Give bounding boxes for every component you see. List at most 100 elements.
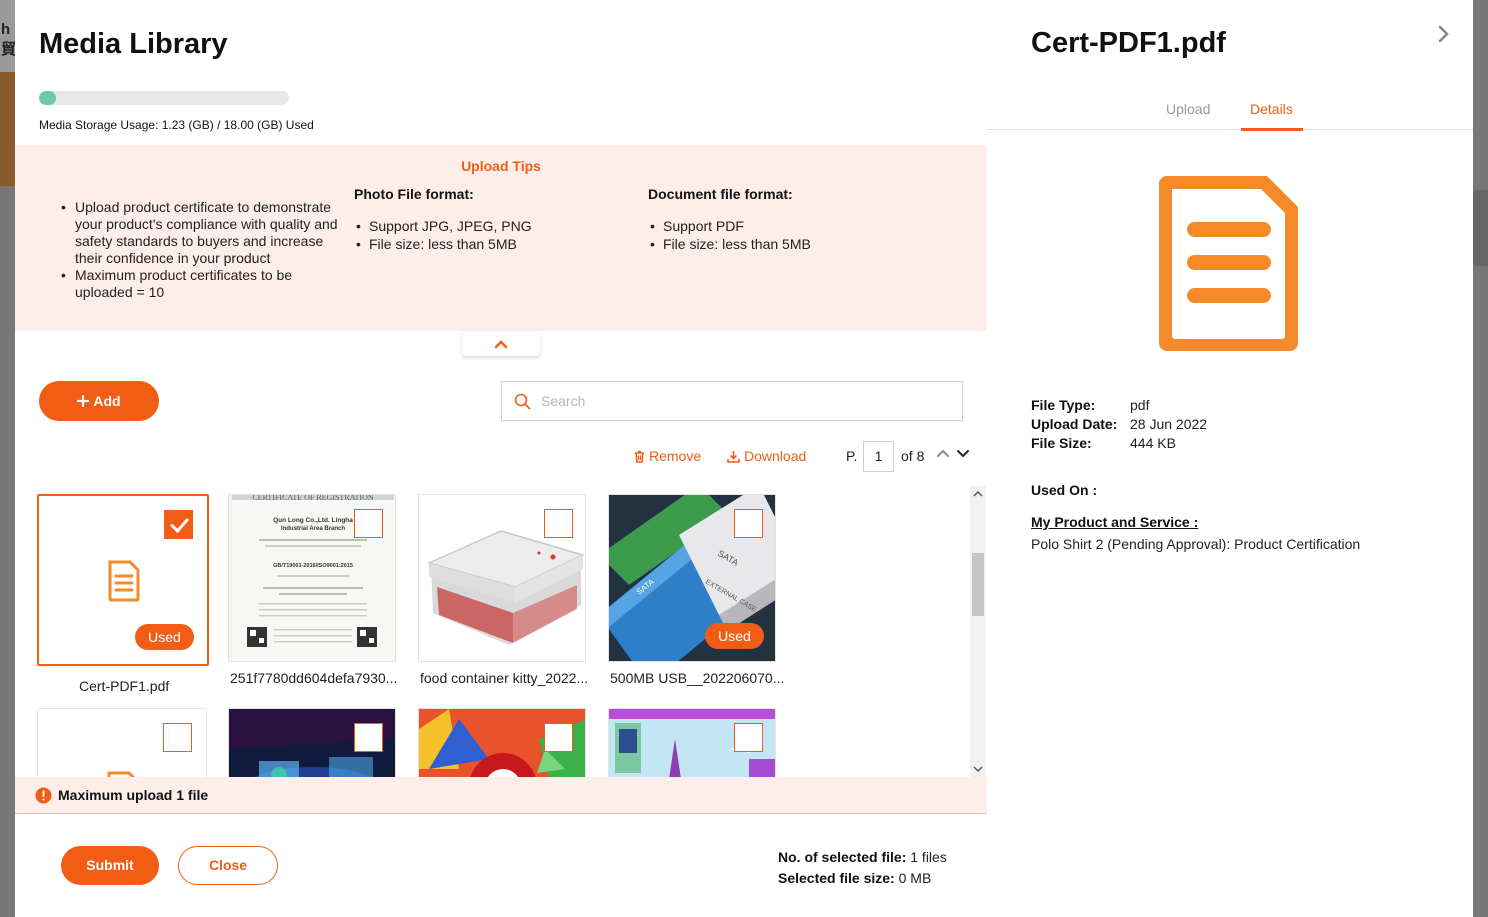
upload-date-label: Upload Date: [1031, 416, 1118, 432]
svg-text:Industrial Area Branch: Industrial Area Branch [281, 526, 345, 532]
selected-size-value: 0 MB [898, 870, 932, 886]
check-icon [170, 518, 189, 534]
grid-scrollbar[interactable] [970, 486, 986, 777]
file-name: food container kitty_2022... [420, 670, 589, 686]
file-name: Cert-PDF1.pdf [79, 678, 170, 694]
upload-tips-panel: Upload Tips Upload product certificate t… [15, 145, 987, 331]
file-name: 500MB USB__202206070... [610, 670, 785, 686]
selected-count-value: 1 files [910, 849, 947, 865]
trash-icon [635, 450, 644, 463]
select-checkbox[interactable] [354, 723, 383, 752]
selected-count-label: No. of selected file: [778, 849, 907, 865]
file-details: File Type: pdf Upload Date: 28 Jun 2022 Fi… [1031, 396, 1207, 453]
media-thumbnail[interactable] [608, 708, 776, 777]
close-button[interactable]: Close [178, 846, 278, 885]
tip-item: Maximum product certificates to be uploa… [61, 267, 351, 301]
page-prefix: P. [846, 448, 858, 464]
upload-tips-title: Upload Tips [461, 158, 541, 174]
select-checkbox[interactable] [354, 509, 383, 538]
document-format-heading: Document file format: [648, 186, 793, 202]
scroll-up-icon[interactable] [973, 490, 983, 498]
upload-date-value: 28 Jun 2022 [1130, 416, 1208, 432]
media-thumbnail[interactable]: Used [37, 494, 209, 666]
upload-tips-general: Upload product certificate to demonstrat… [61, 199, 351, 301]
select-checkbox[interactable] [734, 509, 763, 538]
scrollbar-thumb[interactable] [972, 553, 984, 616]
media-thumbnail[interactable]: SATA EXTERNAL CASE SATA Used [608, 494, 776, 662]
media-thumbnail[interactable] [228, 708, 396, 777]
tip-item: Upload product certificate to demonstrat… [61, 199, 351, 267]
remove-label: Remove [649, 448, 702, 464]
page-number-input[interactable]: 1 [863, 441, 894, 472]
media-thumbnail[interactable] [37, 708, 207, 777]
background-page-edge: h貿 [0, 0, 17, 917]
download-button[interactable]: Download [727, 448, 806, 464]
plus-icon [77, 395, 90, 407]
tip-item: File size: less than 5MB [648, 235, 811, 253]
svg-text:GB/T19001-2016/ISO9001:2015: GB/T19001-2016/ISO9001:2015 [273, 563, 353, 569]
pdf-document-icon [108, 560, 140, 602]
details-file-title: Cert-PDF1.pdf [1031, 27, 1226, 59]
tip-item: File size: less than 5MB [354, 235, 532, 253]
page-up-icon[interactable] [935, 445, 951, 461]
search-input[interactable] [541, 393, 941, 409]
add-button[interactable]: Add [39, 381, 159, 421]
media-thumbnail[interactable] [418, 708, 586, 777]
select-checkbox[interactable] [544, 723, 573, 752]
svg-text:CERTIFICATE OF REGISTRATION: CERTIFICATE OF REGISTRATION [252, 495, 374, 502]
details-tabs: Upload Details [987, 90, 1473, 131]
selected-size-label: Selected file size: [778, 870, 895, 886]
media-thumbnail[interactable] [418, 494, 586, 662]
background-text: h貿 [1, 21, 17, 58]
search-icon [514, 393, 531, 409]
file-details-panel: Cert-PDF1.pdf Upload Details File Type: p… [987, 0, 1473, 917]
svg-text:Qun Long Co.,Ltd. Lingha: Qun Long Co.,Ltd. Lingha [273, 517, 353, 524]
tab-details[interactable]: Details [1250, 101, 1293, 117]
page-title: Media Library [39, 28, 228, 60]
tab-upload[interactable]: Upload [1166, 101, 1210, 117]
file-name: 251f7780dd604defa7930... [230, 670, 398, 686]
file-actions-toolbar: Remove Download P. 1 of 8 [15, 441, 987, 472]
selected-checkbox[interactable] [164, 510, 193, 539]
background-page-edge-right [1473, 0, 1488, 917]
file-type-value: pdf [1130, 397, 1150, 413]
used-on-item: Polo Shirt 2 (Pending Approval): Product… [1031, 536, 1361, 552]
background-side-tab [1473, 190, 1488, 266]
file-size-value: 444 KB [1130, 435, 1176, 451]
scroll-down-icon[interactable] [973, 765, 983, 773]
selection-summary: No. of selected file: 1 files Selected f… [778, 847, 947, 889]
photo-format-tips: Photo File format: Support JPG, JPEG, PN… [354, 186, 532, 253]
page-total: of 8 [901, 448, 925, 464]
used-badge: Used [705, 623, 764, 649]
storage-usage-bar [39, 91, 289, 105]
used-on-label: Used On : [1031, 482, 1098, 498]
storage-usage-text: Media Storage Usage: 1.23 (GB) / 18.00 (… [39, 118, 314, 132]
media-thumbnail[interactable]: CERTIFICATE OF REGISTRATION Qun Long Co.… [228, 494, 396, 662]
remove-button[interactable]: Remove [634, 448, 701, 464]
used-badge: Used [135, 624, 194, 650]
file-size-label: File Size: [1031, 435, 1092, 451]
select-checkbox[interactable] [544, 509, 573, 538]
upload-limit-warning: Maximum upload 1 file [15, 777, 987, 814]
submit-button[interactable]: Submit [61, 846, 159, 885]
tip-item: Support JPG, JPEG, PNG [354, 217, 532, 235]
warning-text: Maximum upload 1 file [58, 787, 209, 803]
page-down-icon[interactable] [955, 445, 971, 461]
product-service-link[interactable]: My Product and Service : [1031, 514, 1198, 530]
storage-usage-fill [39, 91, 56, 105]
tip-item: Support PDF [648, 217, 811, 235]
download-label: Download [744, 448, 807, 464]
search-box[interactable] [501, 381, 963, 421]
media-library-modal: Media Library Media Storage Usage: 1.23 … [15, 0, 987, 917]
select-checkbox[interactable] [163, 723, 192, 752]
alert-icon [35, 787, 52, 803]
active-tab-indicator [1241, 128, 1303, 131]
add-button-label: Add [93, 393, 121, 409]
media-grid: Used Cert-PDF1.pdf CERTIFICATE OF REGIST… [15, 486, 970, 777]
chevron-up-icon [494, 339, 508, 348]
download-icon [727, 450, 740, 463]
document-preview-icon [1159, 176, 1298, 351]
select-checkbox[interactable] [734, 723, 763, 752]
collapse-tips-button[interactable] [462, 331, 540, 356]
chevron-right-icon[interactable] [1436, 24, 1452, 44]
